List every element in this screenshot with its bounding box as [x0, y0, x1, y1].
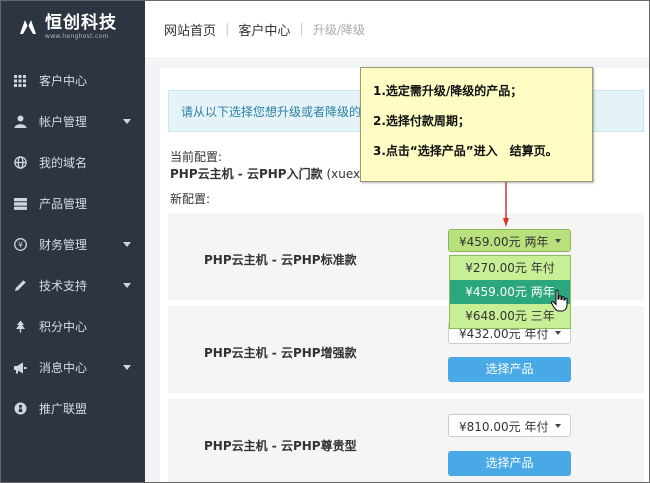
dropdown-option[interactable]: ¥270.00元 年付	[450, 256, 570, 280]
globe-icon	[13, 156, 27, 170]
sidebar-item-label: 消息中心	[39, 361, 88, 375]
arrow-down-icon	[503, 182, 509, 227]
sidebar-item-points[interactable]: 积分中心	[1, 306, 145, 347]
select-value: ¥810.00元 年付	[459, 420, 549, 434]
sidebar-item-affiliate[interactable]: 推广联盟	[1, 388, 145, 429]
logo-icon	[17, 16, 39, 38]
select-value: ¥432.00元 年付	[459, 327, 549, 341]
note-step: 2.选择付款周期；	[373, 114, 470, 128]
chevron-down-icon	[123, 283, 131, 288]
sidebar-nav: 客户中心 帐户管理 我的域名 产品管理 ¥ 财务管理 技术支持 积分中心 消息中…	[1, 60, 145, 429]
current-product-name: PHP云主机 - 云PHP入门款	[170, 167, 323, 181]
svg-text:¥: ¥	[17, 241, 22, 250]
chevron-down-icon	[123, 119, 131, 124]
sidebar-item-finance[interactable]: ¥ 财务管理	[1, 224, 145, 265]
user-icon	[13, 115, 27, 129]
megaphone-icon	[13, 361, 27, 375]
yen-icon: ¥	[13, 238, 27, 252]
sidebar-item-messages[interactable]: 消息中心	[1, 347, 145, 388]
sidebar-item-products[interactable]: 产品管理	[1, 183, 145, 224]
current-config: PHP云主机 - 云PHP入门款 (xuexic	[170, 165, 370, 182]
brand-title: 恒创科技	[45, 12, 117, 33]
note-step: 1.选定需升级/降级的产品；	[373, 84, 523, 98]
product-name: PHP云主机 - 云PHP增强款	[204, 346, 357, 360]
sidebar-item-label: 产品管理	[39, 197, 88, 211]
breadcrumb-customer-center[interactable]: 客户中心	[238, 20, 290, 39]
new-config-label: 新配置:	[170, 192, 211, 206]
sidebar-item-account[interactable]: 帐户管理	[1, 101, 145, 142]
sidebar: 恒创科技 www.henghost.com 客户中心 帐户管理 我的域名 产品管…	[1, 1, 145, 482]
product-row: PHP云主机 - 云PHP尊贵型 ¥810.00元 年付 选择产品	[168, 399, 644, 482]
chevron-down-icon	[123, 365, 131, 370]
brand-subtitle: www.henghost.com	[45, 32, 109, 40]
product-name: PHP云主机 - 云PHP标准款	[204, 253, 357, 267]
breadcrumb: 网站首页 | 客户中心 | 升级/降级	[145, 1, 649, 59]
tree-icon	[13, 320, 27, 334]
breadcrumb-separator: |	[299, 22, 304, 37]
chevron-down-icon	[555, 424, 561, 428]
badge-icon	[13, 402, 27, 416]
breadcrumb-home[interactable]: 网站首页	[164, 20, 216, 39]
product-row: PHP云主机 - 云PHP标准款 ¥459.00元 两年	[168, 213, 644, 300]
select-value: ¥459.00元 两年	[459, 235, 549, 249]
sidebar-item-label: 推广联盟	[39, 402, 88, 416]
sidebar-item-label: 积分中心	[39, 320, 88, 334]
product-name: PHP云主机 - 云PHP尊贵型	[204, 439, 357, 453]
chevron-down-icon	[123, 242, 131, 247]
note-step: 3.点击“选择产品”进入 结算页。	[373, 144, 558, 158]
select-product-button[interactable]: 选择产品	[448, 357, 571, 382]
pencil-icon	[13, 279, 27, 293]
instruction-note: 1.选定需升级/降级的产品； 2.选择付款周期； 3.点击“选择产品”进入 结算…	[360, 67, 593, 182]
sidebar-item-label: 财务管理	[39, 238, 88, 252]
current-config-label: 当前配置:	[170, 150, 223, 164]
hand-cursor-icon	[550, 289, 568, 312]
grid-icon	[13, 74, 27, 88]
sidebar-item-label: 技术支持	[39, 279, 88, 293]
sidebar-item-domains[interactable]: 我的域名	[1, 142, 145, 183]
sidebar-item-label: 帐户管理	[39, 115, 88, 129]
chevron-down-icon	[555, 331, 561, 335]
sidebar-item-customer-center[interactable]: 客户中心	[1, 60, 145, 101]
billing-cycle-select[interactable]: ¥459.00元 两年	[448, 229, 571, 252]
logo[interactable]: 恒创科技 www.henghost.com	[1, 1, 145, 53]
breadcrumb-current: 升级/降级	[312, 23, 365, 37]
select-product-button[interactable]: 选择产品	[448, 451, 571, 476]
sidebar-item-label: 我的域名	[39, 156, 88, 170]
breadcrumb-separator: |	[225, 22, 230, 37]
sidebar-item-support[interactable]: 技术支持	[1, 265, 145, 306]
billing-cycle-select[interactable]: ¥810.00元 年付	[448, 414, 571, 437]
server-icon	[13, 197, 27, 211]
chevron-down-icon	[555, 239, 561, 243]
sidebar-item-label: 客户中心	[39, 74, 88, 88]
product-row: PHP云主机 - 云PHP增强款 ¥432.00元 年付 选择产品	[168, 306, 644, 393]
